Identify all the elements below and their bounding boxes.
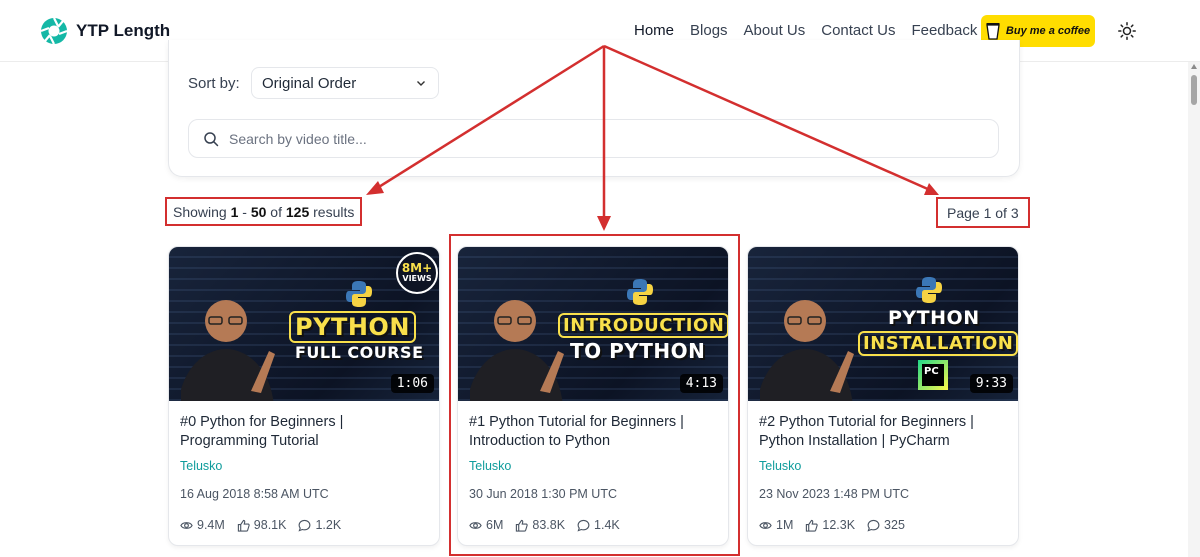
chevron-down-icon [417, 81, 425, 86]
pycharm-logo-text: PC [922, 364, 944, 386]
video-title[interactable]: #0 Python for Beginners | Programming Tu… [180, 413, 428, 451]
scrollbar-thumb[interactable] [1191, 75, 1197, 105]
comment-icon [867, 519, 880, 532]
nav-feedback[interactable]: Feedback [911, 22, 977, 39]
presenter-image-icon [760, 300, 854, 401]
aperture-logo-icon [40, 17, 68, 45]
sort-dropdown[interactable]: Original Order [251, 67, 439, 99]
results-dash: - [238, 203, 251, 220]
arrowhead-left [366, 181, 384, 195]
nav-home[interactable]: Home [634, 22, 674, 39]
results-of: of [266, 203, 286, 220]
sun-icon[interactable] [1118, 22, 1136, 40]
views-stat: 9.4M [180, 518, 225, 532]
likes-stat: 98.1K [237, 518, 287, 532]
results-count: Showing 1 - 50 of 125 results [165, 197, 363, 226]
views-badge-top: 8M+ [401, 261, 433, 275]
comment-icon [298, 519, 311, 532]
publish-date: 16 Aug 2018 8:58 AM UTC [180, 487, 329, 501]
comments-stat: 325 [867, 518, 905, 532]
search-icon [204, 131, 219, 146]
python-logo-icon [916, 277, 942, 303]
nav-blogs[interactable]: Blogs [690, 22, 728, 39]
annotation-highlight-box [449, 234, 740, 556]
video-thumbnail[interactable]: PYTHON INSTALLATION PC 9:33 [748, 247, 1018, 401]
search-box[interactable] [188, 119, 999, 158]
likes-stat: 12.3K [805, 518, 855, 532]
coffee-cup-icon [986, 23, 1000, 40]
sort-label: Sort by: [188, 75, 240, 92]
video-duration: 1:06 [390, 374, 434, 393]
page-scrollbar[interactable] [1188, 62, 1200, 557]
views-badge-bottom: VIEWS [402, 274, 432, 283]
scroll-up-arrow-icon[interactable] [1191, 64, 1197, 69]
eye-icon [180, 521, 193, 529]
brand-logo[interactable]: YTP Length [40, 17, 170, 45]
likes-count: 98.1K [253, 518, 287, 532]
coffee-label: Buy me a coffee [1005, 25, 1091, 37]
video-stats: 9.4M 98.1K 1.2K [180, 518, 428, 532]
thumbnail-title-line1: PYTHON [888, 307, 980, 329]
results-prefix: Showing [173, 203, 231, 220]
search-input[interactable] [229, 130, 929, 147]
video-card[interactable]: 8M+ VIEWS PYTHON FULL COURSE 1:06 #0 Pyt… [168, 246, 440, 546]
arrowhead-down [597, 216, 611, 231]
video-title[interactable]: #2 Python Tutorial for Beginners | Pytho… [759, 413, 1007, 451]
pycharm-logo-icon: PC [918, 360, 948, 390]
nav-about-us[interactable]: About Us [744, 22, 806, 39]
presenter-image-icon [181, 300, 275, 401]
nav-contact-us[interactable]: Contact Us [821, 22, 895, 39]
channel-link[interactable]: Telusko [759, 459, 1007, 473]
results-from: 1 [230, 203, 239, 220]
publish-date: 23 Nov 2023 1:48 PM UTC [759, 487, 910, 501]
comments-count: 1.2K [315, 518, 342, 532]
channel-link[interactable]: Telusko [180, 459, 428, 473]
views-badge: 8M+ VIEWS [396, 252, 438, 294]
video-thumbnail[interactable]: 8M+ VIEWS PYTHON FULL COURSE 1:06 [169, 247, 439, 401]
views-count: 1M [776, 518, 794, 532]
results-suffix: results [309, 203, 355, 220]
main-nav: Home Blogs About Us Contact Us Feedback [634, 22, 977, 39]
page-indicator: Page 1 of 3 [936, 197, 1030, 228]
results-to: 50 [250, 203, 267, 220]
eye-icon [759, 521, 772, 529]
comments-stat: 1.2K [298, 518, 341, 532]
thumbs-up-icon [806, 519, 819, 532]
arrowhead-right [924, 183, 939, 195]
brand-name: YTP Length [76, 21, 171, 40]
comments-count: 325 [884, 518, 905, 532]
views-count: 9.4M [197, 518, 225, 532]
thumbnail-title-line2: FULL COURSE [295, 343, 424, 362]
video-duration: 9:33 [969, 374, 1013, 393]
thumbnail-title-line1: PYTHON [289, 311, 416, 343]
thumbnail-title-line2: INSTALLATION [858, 331, 1018, 356]
likes-count: 12.3K [822, 518, 856, 532]
thumbs-up-icon [237, 519, 250, 532]
sort-selected-value: Original Order [262, 74, 357, 92]
video-card[interactable]: PYTHON INSTALLATION PC 9:33 #2 Python Tu… [747, 246, 1019, 546]
python-logo-icon [346, 281, 372, 307]
results-total: 125 [285, 203, 310, 220]
video-stats: 1M 12.3K 325 [759, 518, 1007, 532]
views-stat: 1M [759, 518, 793, 532]
